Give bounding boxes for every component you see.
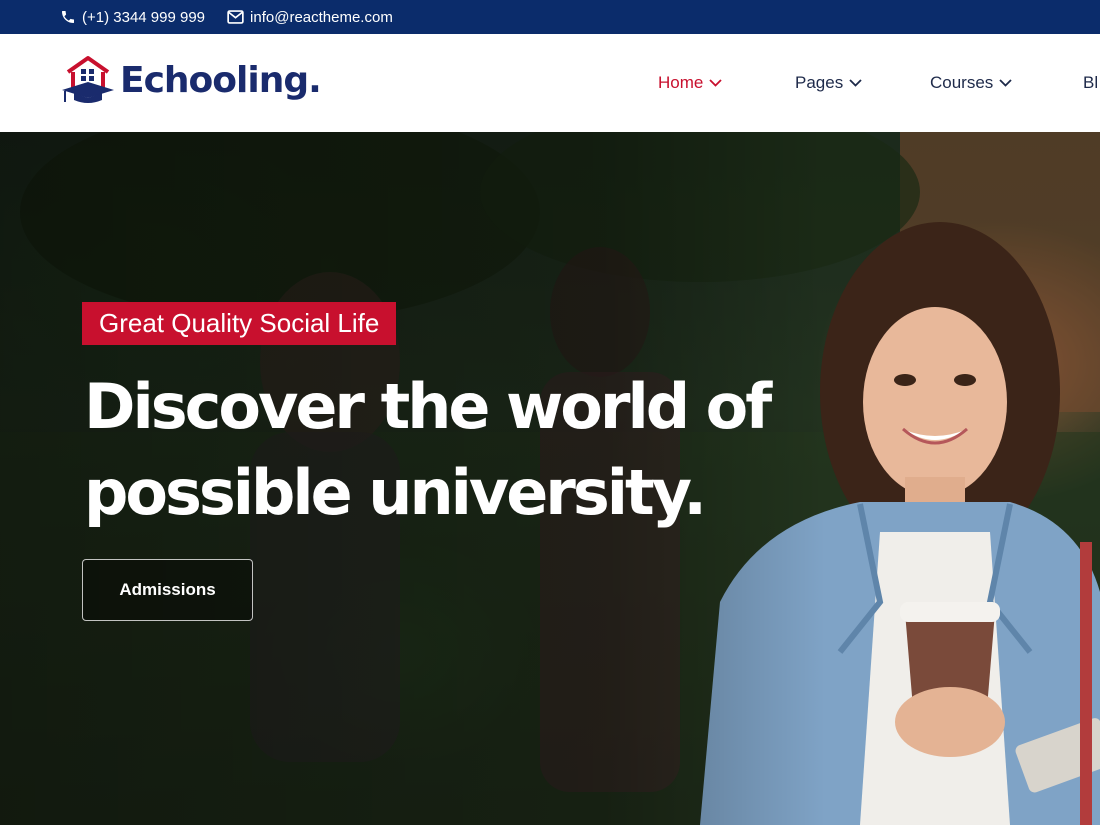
site-logo[interactable]: Echooling. — [60, 52, 322, 108]
envelope-icon — [227, 10, 244, 24]
phone-number[interactable]: (+1) 3344 999 999 — [82, 9, 205, 26]
headline-line-1: Discover the world of — [84, 370, 772, 443]
hero-headline: Discover the world of possible universit… — [84, 364, 844, 536]
top-contact-bar: (+1) 3344 999 999 info@reactheme.com — [0, 0, 1100, 34]
site-header: Echooling. Home Pages Courses Bl — [0, 34, 1100, 132]
email-address[interactable]: info@reactheme.com — [250, 9, 393, 26]
nav-item-courses[interactable]: Courses — [930, 73, 1012, 93]
logo-text: Echooling. — [120, 59, 322, 101]
nav-item-label: Bl — [1083, 73, 1099, 92]
hero-section: Great Quality Social Life Discover the w… — [0, 132, 1100, 825]
chevron-down-icon — [709, 79, 722, 87]
nav-item-label: Home — [658, 73, 704, 92]
chevron-down-icon — [849, 79, 862, 87]
headline-line-2: possible university. — [84, 456, 707, 529]
nav-item-label: Courses — [930, 73, 994, 92]
house-graduation-cap-icon — [62, 56, 114, 103]
nav-item-blog[interactable]: Bl — [1083, 73, 1098, 93]
admissions-button[interactable]: Admissions — [82, 559, 253, 621]
nav-item-label: Pages — [795, 73, 844, 92]
nav-item-pages[interactable]: Pages — [795, 73, 862, 93]
phone-icon — [62, 11, 74, 23]
hero-tagline: Great Quality Social Life — [82, 302, 397, 345]
chevron-down-icon — [999, 79, 1012, 87]
email-contact[interactable]: info@reactheme.com — [227, 9, 393, 26]
phone-contact[interactable]: (+1) 3344 999 999 — [60, 9, 205, 26]
nav-item-home[interactable]: Home — [658, 73, 722, 93]
